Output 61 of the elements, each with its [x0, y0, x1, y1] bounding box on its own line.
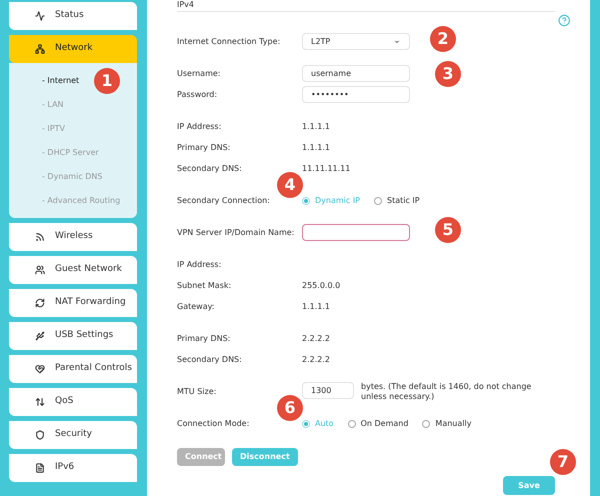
sidebar-item[interactable]: Parental Controls — [9, 355, 137, 383]
help-icon[interactable] — [558, 14, 570, 27]
status-icon — [35, 11, 45, 21]
field-label: Primary DNS: — [177, 142, 232, 154]
value-text: 1.1.1.1 — [302, 120, 330, 132]
section-heading: IPv4 — [177, 0, 555, 12]
usb-icon — [35, 331, 45, 341]
value-text: 2.2.2.2 — [302, 354, 330, 366]
step-number-badge: 7 — [550, 449, 576, 475]
step-number-badge: 6 — [277, 395, 303, 421]
qos-icon — [35, 397, 45, 407]
value-text: 1.1.1.1 — [302, 300, 330, 312]
step-number-badge: 4 — [277, 172, 303, 198]
connection-type-select[interactable]: L2TP — [302, 33, 410, 50]
field-label: Secondary DNS: — [177, 354, 243, 366]
value-text: 2.2.2.2 — [302, 332, 330, 344]
field-label: Username: — [177, 68, 222, 80]
input-field[interactable]: username — [302, 65, 410, 82]
field-label: Internet Connection Type: — [177, 36, 282, 48]
sidebar-item[interactable]: NAT Forwarding — [9, 289, 137, 317]
step-number-badge: 2 — [430, 26, 456, 52]
value-text: 1.1.1.1 — [302, 142, 330, 154]
guest-icon — [35, 265, 45, 275]
ipv6-icon — [35, 463, 45, 473]
field-label: Connection Mode: — [177, 418, 250, 430]
security-icon — [35, 430, 45, 440]
field-label: Secondary Connection: — [177, 194, 271, 206]
radio-option[interactable]: Manually — [422, 418, 472, 430]
sidebar-item[interactable]: Status — [9, 2, 137, 30]
step-number-badge: 5 — [435, 217, 461, 243]
step-number-badge: 1 — [94, 68, 120, 94]
sidebar-item[interactable]: USB Settings — [9, 322, 137, 350]
field-label: Secondary DNS: — [177, 162, 243, 174]
sidebar-item[interactable]: QoS — [9, 388, 137, 416]
field-label: IP Address: — [177, 258, 222, 270]
wireless-icon — [35, 232, 45, 242]
field-label: Subnet Mask: — [177, 280, 232, 292]
parental-icon — [35, 364, 45, 374]
step-number-badge: 3 — [435, 61, 461, 87]
field-label: VPN Server IP/Domain Name: — [177, 226, 296, 238]
mtu-note: bytes. (The default is 1460, do not change unless necessary.) — [361, 382, 532, 402]
network-icon — [35, 44, 45, 54]
sidebar-item[interactable]: Wireless — [9, 223, 137, 251]
sidebar-item[interactable]: Security — [9, 421, 137, 449]
mtu-input[interactable]: 1300 — [302, 382, 354, 398]
radio-option[interactable]: On Demand — [348, 418, 408, 430]
sidebar-item[interactable]: IPv6 — [9, 454, 137, 482]
sidebar-item[interactable]: Network — [9, 35, 137, 63]
radio-option[interactable]: Static IP — [374, 194, 420, 206]
sidebar-item[interactable]: Guest Network — [9, 256, 137, 284]
field-label: Primary DNS: — [177, 332, 232, 344]
submenu-item[interactable]: - Internet — [42, 73, 80, 88]
field-label: Password: — [177, 88, 218, 100]
field-label: Gateway: — [177, 300, 216, 312]
field-label: IP Address: — [177, 120, 222, 132]
value-text: 255.0.0.0 — [302, 280, 340, 292]
input-field[interactable]: •••••••• — [302, 86, 410, 103]
field-label: MTU Size: — [177, 386, 218, 398]
input-field[interactable] — [302, 224, 410, 241]
nat-icon — [35, 298, 45, 308]
value-text: 11.11.11.11 — [302, 162, 350, 174]
